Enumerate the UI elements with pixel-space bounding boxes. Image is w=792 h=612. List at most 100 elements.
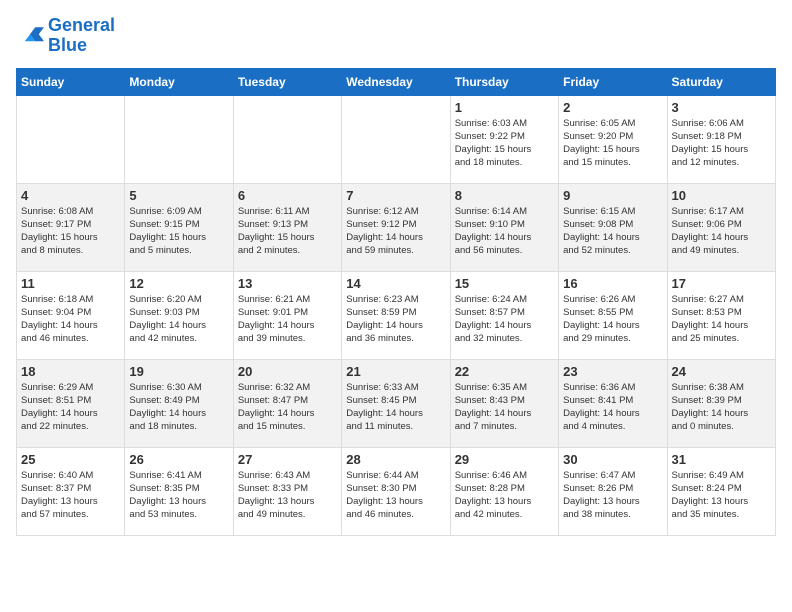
calendar-cell: 15 Sunrise: 6:24 AM Sunset: 8:57 PM Dayli… bbox=[450, 271, 558, 359]
weekday-header-row: SundayMondayTuesdayWednesdayThursdayFrid… bbox=[17, 68, 776, 95]
day-number: 29 bbox=[455, 452, 554, 467]
day-number: 17 bbox=[672, 276, 771, 291]
day-info: Sunrise: 6:35 AM Sunset: 8:43 PM Dayligh… bbox=[455, 381, 554, 434]
day-info: Sunrise: 6:43 AM Sunset: 8:33 PM Dayligh… bbox=[238, 469, 337, 522]
day-number: 6 bbox=[238, 188, 337, 203]
day-info: Sunrise: 6:24 AM Sunset: 8:57 PM Dayligh… bbox=[455, 293, 554, 346]
day-info: Sunrise: 6:08 AM Sunset: 9:17 PM Dayligh… bbox=[21, 205, 120, 258]
day-info: Sunrise: 6:40 AM Sunset: 8:37 PM Dayligh… bbox=[21, 469, 120, 522]
calendar-cell: 30 Sunrise: 6:47 AM Sunset: 8:26 PM Dayli… bbox=[559, 447, 667, 535]
calendar-cell: 12 Sunrise: 6:20 AM Sunset: 9:03 PM Dayli… bbox=[125, 271, 233, 359]
calendar-cell: 3 Sunrise: 6:06 AM Sunset: 9:18 PM Daylig… bbox=[667, 95, 775, 183]
day-info: Sunrise: 6:06 AM Sunset: 9:18 PM Dayligh… bbox=[672, 117, 771, 170]
calendar-cell bbox=[342, 95, 450, 183]
calendar-week-2: 4 Sunrise: 6:08 AM Sunset: 9:17 PM Daylig… bbox=[17, 183, 776, 271]
day-number: 21 bbox=[346, 364, 445, 379]
calendar-cell: 9 Sunrise: 6:15 AM Sunset: 9:08 PM Daylig… bbox=[559, 183, 667, 271]
weekday-header-thursday: Thursday bbox=[450, 68, 558, 95]
day-info: Sunrise: 6:09 AM Sunset: 9:15 PM Dayligh… bbox=[129, 205, 228, 258]
day-info: Sunrise: 6:33 AM Sunset: 8:45 PM Dayligh… bbox=[346, 381, 445, 434]
calendar-cell: 10Sunrise: 6:17 AM Sunset: 9:06 PM Dayli… bbox=[667, 183, 775, 271]
calendar-cell: 25Sunrise: 6:40 AM Sunset: 8:37 PM Dayli… bbox=[17, 447, 125, 535]
calendar-week-3: 11 Sunrise: 6:18 AM Sunset: 9:04 PM Dayli… bbox=[17, 271, 776, 359]
calendar-cell: 27 Sunrise: 6:43 AM Sunset: 8:33 PM Dayli… bbox=[233, 447, 341, 535]
day-number: 11 bbox=[21, 276, 120, 291]
day-number: 7 bbox=[346, 188, 445, 203]
logo: General Blue bbox=[16, 16, 115, 56]
calendar-week-5: 25Sunrise: 6:40 AM Sunset: 8:37 PM Dayli… bbox=[17, 447, 776, 535]
day-info: Sunrise: 6:47 AM Sunset: 8:26 PM Dayligh… bbox=[563, 469, 662, 522]
weekday-header-friday: Friday bbox=[559, 68, 667, 95]
day-number: 27 bbox=[238, 452, 337, 467]
day-number: 9 bbox=[563, 188, 662, 203]
day-info: Sunrise: 6:23 AM Sunset: 8:59 PM Dayligh… bbox=[346, 293, 445, 346]
day-number: 30 bbox=[563, 452, 662, 467]
calendar-cell: 31Sunrise: 6:49 AM Sunset: 8:24 PM Dayli… bbox=[667, 447, 775, 535]
day-number: 4 bbox=[21, 188, 120, 203]
day-number: 18 bbox=[21, 364, 120, 379]
day-number: 3 bbox=[672, 100, 771, 115]
day-info: Sunrise: 6:21 AM Sunset: 9:01 PM Dayligh… bbox=[238, 293, 337, 346]
day-info: Sunrise: 6:15 AM Sunset: 9:08 PM Dayligh… bbox=[563, 205, 662, 258]
day-number: 2 bbox=[563, 100, 662, 115]
calendar-cell: 16Sunrise: 6:26 AM Sunset: 8:55 PM Dayli… bbox=[559, 271, 667, 359]
calendar-cell: 21 Sunrise: 6:33 AM Sunset: 8:45 PM Dayli… bbox=[342, 359, 450, 447]
weekday-header-wednesday: Wednesday bbox=[342, 68, 450, 95]
calendar-cell: 6 Sunrise: 6:11 AM Sunset: 9:13 PM Daylig… bbox=[233, 183, 341, 271]
calendar-cell: 13 Sunrise: 6:21 AM Sunset: 9:01 PM Dayli… bbox=[233, 271, 341, 359]
logo-icon bbox=[16, 22, 44, 50]
day-info: Sunrise: 6:30 AM Sunset: 8:49 PM Dayligh… bbox=[129, 381, 228, 434]
calendar-cell: 14 Sunrise: 6:23 AM Sunset: 8:59 PM Dayli… bbox=[342, 271, 450, 359]
day-number: 23 bbox=[563, 364, 662, 379]
day-info: Sunrise: 6:11 AM Sunset: 9:13 PM Dayligh… bbox=[238, 205, 337, 258]
day-number: 14 bbox=[346, 276, 445, 291]
calendar-cell: 26Sunrise: 6:41 AM Sunset: 8:35 PM Dayli… bbox=[125, 447, 233, 535]
day-info: Sunrise: 6:14 AM Sunset: 9:10 PM Dayligh… bbox=[455, 205, 554, 258]
calendar-cell bbox=[125, 95, 233, 183]
calendar-week-1: 1 Sunrise: 6:03 AM Sunset: 9:22 PM Daylig… bbox=[17, 95, 776, 183]
day-info: Sunrise: 6:27 AM Sunset: 8:53 PM Dayligh… bbox=[672, 293, 771, 346]
day-number: 24 bbox=[672, 364, 771, 379]
day-number: 19 bbox=[129, 364, 228, 379]
calendar-week-4: 18 Sunrise: 6:29 AM Sunset: 8:51 PM Dayli… bbox=[17, 359, 776, 447]
logo-text: General Blue bbox=[48, 16, 115, 56]
calendar-cell: 17 Sunrise: 6:27 AM Sunset: 8:53 PM Dayli… bbox=[667, 271, 775, 359]
calendar-body: 1 Sunrise: 6:03 AM Sunset: 9:22 PM Daylig… bbox=[17, 95, 776, 535]
day-number: 12 bbox=[129, 276, 228, 291]
page-header: General Blue bbox=[16, 16, 776, 56]
day-info: Sunrise: 6:20 AM Sunset: 9:03 PM Dayligh… bbox=[129, 293, 228, 346]
calendar-cell: 24Sunrise: 6:38 AM Sunset: 8:39 PM Dayli… bbox=[667, 359, 775, 447]
calendar-cell: 1 Sunrise: 6:03 AM Sunset: 9:22 PM Daylig… bbox=[450, 95, 558, 183]
day-info: Sunrise: 6:36 AM Sunset: 8:41 PM Dayligh… bbox=[563, 381, 662, 434]
calendar-cell: 7 Sunrise: 6:12 AM Sunset: 9:12 PM Daylig… bbox=[342, 183, 450, 271]
calendar-cell: 22Sunrise: 6:35 AM Sunset: 8:43 PM Dayli… bbox=[450, 359, 558, 447]
day-info: Sunrise: 6:26 AM Sunset: 8:55 PM Dayligh… bbox=[563, 293, 662, 346]
day-number: 15 bbox=[455, 276, 554, 291]
calendar-cell: 23 Sunrise: 6:36 AM Sunset: 8:41 PM Dayli… bbox=[559, 359, 667, 447]
day-info: Sunrise: 6:12 AM Sunset: 9:12 PM Dayligh… bbox=[346, 205, 445, 258]
calendar-cell: 11 Sunrise: 6:18 AM Sunset: 9:04 PM Dayli… bbox=[17, 271, 125, 359]
day-number: 13 bbox=[238, 276, 337, 291]
day-number: 5 bbox=[129, 188, 228, 203]
weekday-header-saturday: Saturday bbox=[667, 68, 775, 95]
calendar-table: SundayMondayTuesdayWednesdayThursdayFrid… bbox=[16, 68, 776, 536]
day-info: Sunrise: 6:49 AM Sunset: 8:24 PM Dayligh… bbox=[672, 469, 771, 522]
day-info: Sunrise: 6:03 AM Sunset: 9:22 PM Dayligh… bbox=[455, 117, 554, 170]
day-number: 1 bbox=[455, 100, 554, 115]
day-info: Sunrise: 6:32 AM Sunset: 8:47 PM Dayligh… bbox=[238, 381, 337, 434]
calendar-cell: 2Sunrise: 6:05 AM Sunset: 9:20 PM Daylig… bbox=[559, 95, 667, 183]
weekday-header-monday: Monday bbox=[125, 68, 233, 95]
calendar-cell: 29Sunrise: 6:46 AM Sunset: 8:28 PM Dayli… bbox=[450, 447, 558, 535]
calendar-cell: 19 Sunrise: 6:30 AM Sunset: 8:49 PM Dayli… bbox=[125, 359, 233, 447]
calendar-cell: 18 Sunrise: 6:29 AM Sunset: 8:51 PM Dayli… bbox=[17, 359, 125, 447]
day-info: Sunrise: 6:18 AM Sunset: 9:04 PM Dayligh… bbox=[21, 293, 120, 346]
day-number: 26 bbox=[129, 452, 228, 467]
day-number: 28 bbox=[346, 452, 445, 467]
calendar-header: SundayMondayTuesdayWednesdayThursdayFrid… bbox=[17, 68, 776, 95]
calendar-cell bbox=[17, 95, 125, 183]
weekday-header-sunday: Sunday bbox=[17, 68, 125, 95]
day-number: 20 bbox=[238, 364, 337, 379]
day-info: Sunrise: 6:29 AM Sunset: 8:51 PM Dayligh… bbox=[21, 381, 120, 434]
calendar-cell: 5 Sunrise: 6:09 AM Sunset: 9:15 PM Daylig… bbox=[125, 183, 233, 271]
calendar-cell bbox=[233, 95, 341, 183]
